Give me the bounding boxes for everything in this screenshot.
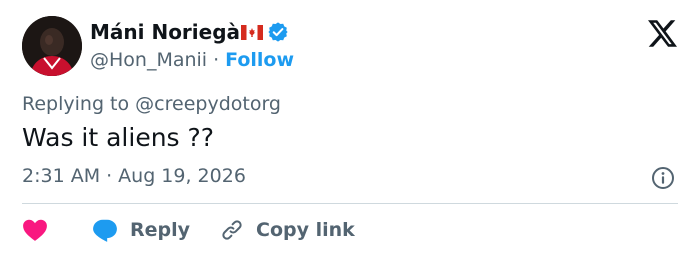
reply-label: Reply (130, 219, 191, 241)
author-name-row: Máni Noriegà (90, 19, 289, 45)
tweet-date: Aug 19, 2026 (118, 165, 246, 187)
canada-flag-icon (241, 24, 264, 40)
follow-button[interactable]: Follow (225, 49, 294, 71)
tweet-time: 2:31 AM (22, 165, 101, 187)
display-name[interactable]: Máni Noriegà (90, 20, 240, 44)
avatar-image (22, 16, 82, 76)
heart-icon[interactable] (22, 218, 48, 242)
avatar[interactable] (22, 16, 82, 76)
divider (22, 203, 678, 204)
tweet-embed-card: Máni Noriegà @Hon_Manii · Follow Replyin… (0, 0, 700, 256)
replying-prefix: Replying to (22, 93, 130, 115)
reply-button[interactable]: Reply (92, 218, 190, 242)
tweet-text: Was it aliens ?? (22, 123, 215, 152)
speech-bubble-icon (93, 219, 117, 242)
replying-mention-link[interactable]: @creepydotorg (135, 93, 281, 115)
verified-badge-icon (268, 22, 288, 42)
tweet-timestamp[interactable]: 2:31 AM · Aug 19, 2026 (22, 165, 246, 187)
replying-to-line: Replying to @creepydotorg (22, 93, 281, 115)
action-bar: Reply Copy link (22, 216, 355, 244)
copy-link-label: Copy link (256, 219, 355, 241)
x-logo-icon[interactable] (648, 20, 677, 47)
separator-dot: · (106, 165, 113, 187)
author-handle-row: @Hon_Manii · Follow (90, 47, 294, 73)
author-handle[interactable]: @Hon_Manii (90, 49, 207, 71)
copy-link-button[interactable]: Copy link (220, 218, 355, 242)
link-icon (222, 220, 242, 240)
info-icon[interactable] (651, 166, 675, 190)
separator-dot: · (213, 49, 220, 71)
